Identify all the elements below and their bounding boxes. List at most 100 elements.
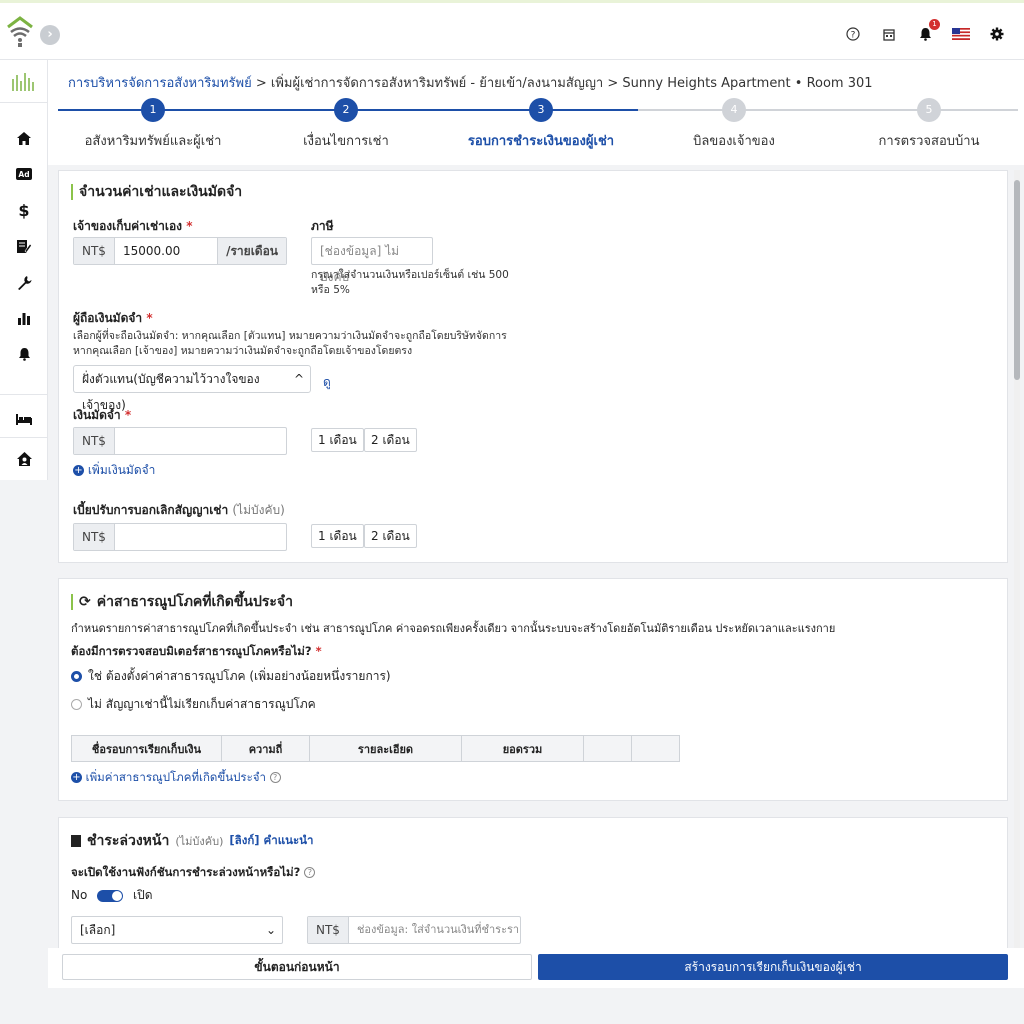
help-icon[interactable]: ? [269, 772, 281, 783]
prepay-guide-link[interactable]: [ลิงก์] คำแนะนำ [229, 832, 313, 850]
step-label: เงื่อนไขการเช่า [303, 134, 389, 149]
sidebar-item-home[interactable] [0, 124, 48, 152]
deposit-holder-select[interactable]: ฝั่งตัวแทน(บัญชีความไว้วางใจของเจ้าของ) … [73, 365, 311, 412]
sidebar-item-contracts[interactable] [0, 232, 48, 260]
tax-label: ภาษี [311, 219, 334, 233]
rent-deposit-card: จำนวนค่าเช่าและเงินมัดจำ เจ้าของเก็บค่าเ… [58, 170, 1008, 563]
page-header: การบริหารจัดการอสังหาริมทรัพย์ > เพิ่มผู… [48, 60, 1024, 165]
sidebar-toggle-button[interactable]: › [40, 25, 60, 45]
breadcrumb-root-link[interactable]: การบริหารจัดการอสังหาริมทรัพย์ [68, 76, 252, 91]
wrench-icon [17, 275, 31, 290]
deposit-holder-view-link[interactable]: ดู [323, 373, 331, 392]
rent-amount-input[interactable]: NT$ 15000.00 /รายเดือน [73, 237, 287, 265]
utility-description: กำหนดรายการค่าสาธารณูปโภคที่เกิดขึ้นประจ… [71, 622, 836, 635]
deposit-holder-help: เลือกผู้ที่จะถือเงินมัดจำ: หากคุณเลือก [… [73, 330, 507, 357]
radio-unselected[interactable] [71, 699, 82, 710]
utility-table: ชื่อรอบการเรียกเก็บเงิน ความถี่ รายละเอี… [71, 735, 680, 762]
deposit-1-month-button[interactable]: 1 เดือน [311, 428, 364, 452]
notification-badge: 1 [929, 19, 940, 30]
step-label-active: รอบการชำระเงินของผู้เช่า [467, 134, 615, 149]
wifi-home-logo-icon[interactable] [4, 15, 36, 49]
bell-icon [18, 348, 30, 361]
create-billing-cycle-button[interactable]: สร้างรอบการเรียกเก็บเงินของผู้เช่า [538, 954, 1008, 980]
step-4[interactable]: 4 บิลของเจ้าของ [644, 98, 824, 151]
tax-hint: กรุณาใส่จำนวนเงินหรือเปอร์เซ็นต์ เช่น 50… [311, 269, 509, 296]
breadcrumb-mid[interactable]: เพิ่มผู้เช่าการจัดการอสังหาริมทรัพย์ - ย… [271, 76, 603, 91]
step-2[interactable]: 2 เงื่อนไขการเช่า [256, 98, 436, 151]
utility-card: ⟳ ค่าสาธารณูปโภคที่เกิดขึ้นประจำ กำหนดรา… [58, 578, 1008, 801]
prepay-toggle-row: No เปิด [71, 888, 153, 902]
col-details: รายละเอียด [309, 735, 462, 762]
scrollbar-thumb[interactable] [1014, 180, 1020, 380]
utility-option-no[interactable]: ไม่ สัญญาเช่านี้ไม่เรียกเก็บค่าสาธารณูปโ… [71, 695, 316, 714]
bar-chart-icon [18, 312, 30, 325]
sidebar-item-reports[interactable] [0, 304, 48, 332]
penalty-label: เบี้ยปรับการบอกเลิกสัญญาเช่า (ไม่บังคับ) [73, 503, 285, 517]
svg-text:Ad: Ad [18, 170, 29, 179]
sidebar-item-ads[interactable]: Ad [0, 160, 48, 188]
calendar-icon[interactable] [880, 25, 898, 43]
step-label: บิลของเจ้าของ [693, 134, 775, 149]
sidebar-item-maintenance[interactable] [0, 268, 48, 296]
penalty-2-months-button[interactable]: 2 เดือน [364, 524, 417, 548]
sidebar-item-rooms[interactable] [0, 405, 48, 433]
sidebar-item-property-users[interactable] [0, 445, 48, 473]
plus-circle-icon: + [71, 772, 82, 783]
contract-edit-icon [17, 239, 32, 253]
col-total: ยอดรวม [461, 735, 584, 762]
scrollbar[interactable] [1014, 170, 1020, 948]
col-extra-1 [583, 735, 632, 762]
penalty-input[interactable]: NT$ [73, 523, 287, 551]
sidebar-item-finance[interactable]: $ [0, 196, 48, 224]
dollar-icon: $ [18, 200, 30, 220]
breadcrumb-separator: > [255, 76, 267, 91]
sidebar: Ad $ [0, 60, 48, 480]
help-icon[interactable]: ? [844, 25, 862, 43]
deposit-2-months-button[interactable]: 2 เดือน [364, 428, 417, 452]
col-extra-2 [631, 735, 680, 762]
rent-deposit-title: จำนวนค่าเช่าและเงินมัดจำ [71, 181, 242, 203]
col-frequency: ความถี่ [221, 735, 310, 762]
house-user-icon [16, 452, 32, 466]
step-5[interactable]: 5 การตรวจสอบบ้าน [839, 98, 1019, 151]
svg-text:?: ? [851, 31, 856, 41]
prepay-title: ชำระล่วงหน้า (ไม่บังคับ) [ลิงก์] คำแนะนำ [71, 830, 313, 852]
breadcrumb: การบริหารจัดการอสังหาริมทรัพย์ > เพิ่มผู… [68, 72, 873, 93]
utility-option-yes[interactable]: ใช่ ต้องตั้งค่าค่าสาธารณูปโภค (เพิ่มอย่า… [71, 667, 391, 686]
rent-label: เจ้าของเก็บค่าเช่าเอง * [73, 219, 193, 233]
footer-actions: ขั้นตอนก่อนหน้า สร้างรอบการเรียกเก็บเงิน… [48, 948, 1024, 988]
deposit-input[interactable]: NT$ [73, 427, 287, 455]
add-deposit-link[interactable]: + เพิ่มเงินมัดจำ [73, 461, 155, 480]
prepay-amount-input[interactable]: NT$ ช่องข้อมูล: ใส่จำนวนเงินที่ชำระราย [307, 916, 521, 944]
ad-icon: Ad [16, 168, 32, 180]
top-bar: › ? 1 [0, 0, 1024, 60]
utility-title: ⟳ ค่าสาธารณูปโภคที่เกิดขึ้นประจำ [71, 591, 293, 613]
col-billing-name: ชื่อรอบการเรียกเก็บเงิน [71, 735, 222, 762]
help-icon[interactable]: ? [304, 867, 316, 878]
breadcrumb-separator: > [607, 76, 619, 91]
add-utility-link[interactable]: + เพิ่มค่าสาธารณูปโภคที่เกิดขึ้นประจำ ? [71, 769, 281, 787]
prepay-toggle[interactable] [97, 889, 124, 902]
plus-circle-icon: + [73, 465, 84, 476]
utility-question: ต้องมีการตรวจสอบมิเตอร์สาธารณูปโภคหรือไม… [71, 644, 322, 658]
prepay-question: จะเปิดใช้งานฟังก์ชันการชำระล่วงหน้าหรือไ… [71, 864, 316, 882]
breadcrumb-current: Sunny Heights Apartment • Room 301 [622, 76, 873, 91]
deposit-label: เงินมัดจำ * [73, 408, 132, 422]
bell-icon[interactable]: 1 [916, 19, 940, 43]
tax-input[interactable]: [ช่องข้อมูล] ไม่บังคับ [311, 237, 433, 284]
step-label: อสังหาริมทรัพย์และผู้เช่า [84, 134, 222, 149]
prepay-select[interactable]: [เลือก] ⌄ [71, 916, 283, 944]
penalty-1-month-button[interactable]: 1 เดือน [311, 524, 364, 548]
radio-selected[interactable] [71, 671, 82, 682]
step-3[interactable]: 3 รอบการชำระเงินของผู้เช่า [451, 98, 631, 151]
chevron-up-icon: ^ [293, 372, 304, 386]
refresh-icon: ⟳ [79, 594, 91, 610]
us-flag-icon[interactable] [952, 25, 970, 43]
bed-icon [16, 414, 32, 425]
previous-step-button[interactable]: ขั้นตอนก่อนหน้า [62, 954, 532, 980]
book-icon [71, 835, 81, 847]
step-1[interactable]: 1 อสังหาริมทรัพย์และผู้เช่า [63, 98, 243, 151]
sidebar-item-notifications[interactable] [0, 340, 48, 368]
gear-icon[interactable] [988, 25, 1006, 43]
progress-stepper: 1 อสังหาริมทรัพย์และผู้เช่า 2 เงื่อนไขกา… [58, 98, 1018, 158]
